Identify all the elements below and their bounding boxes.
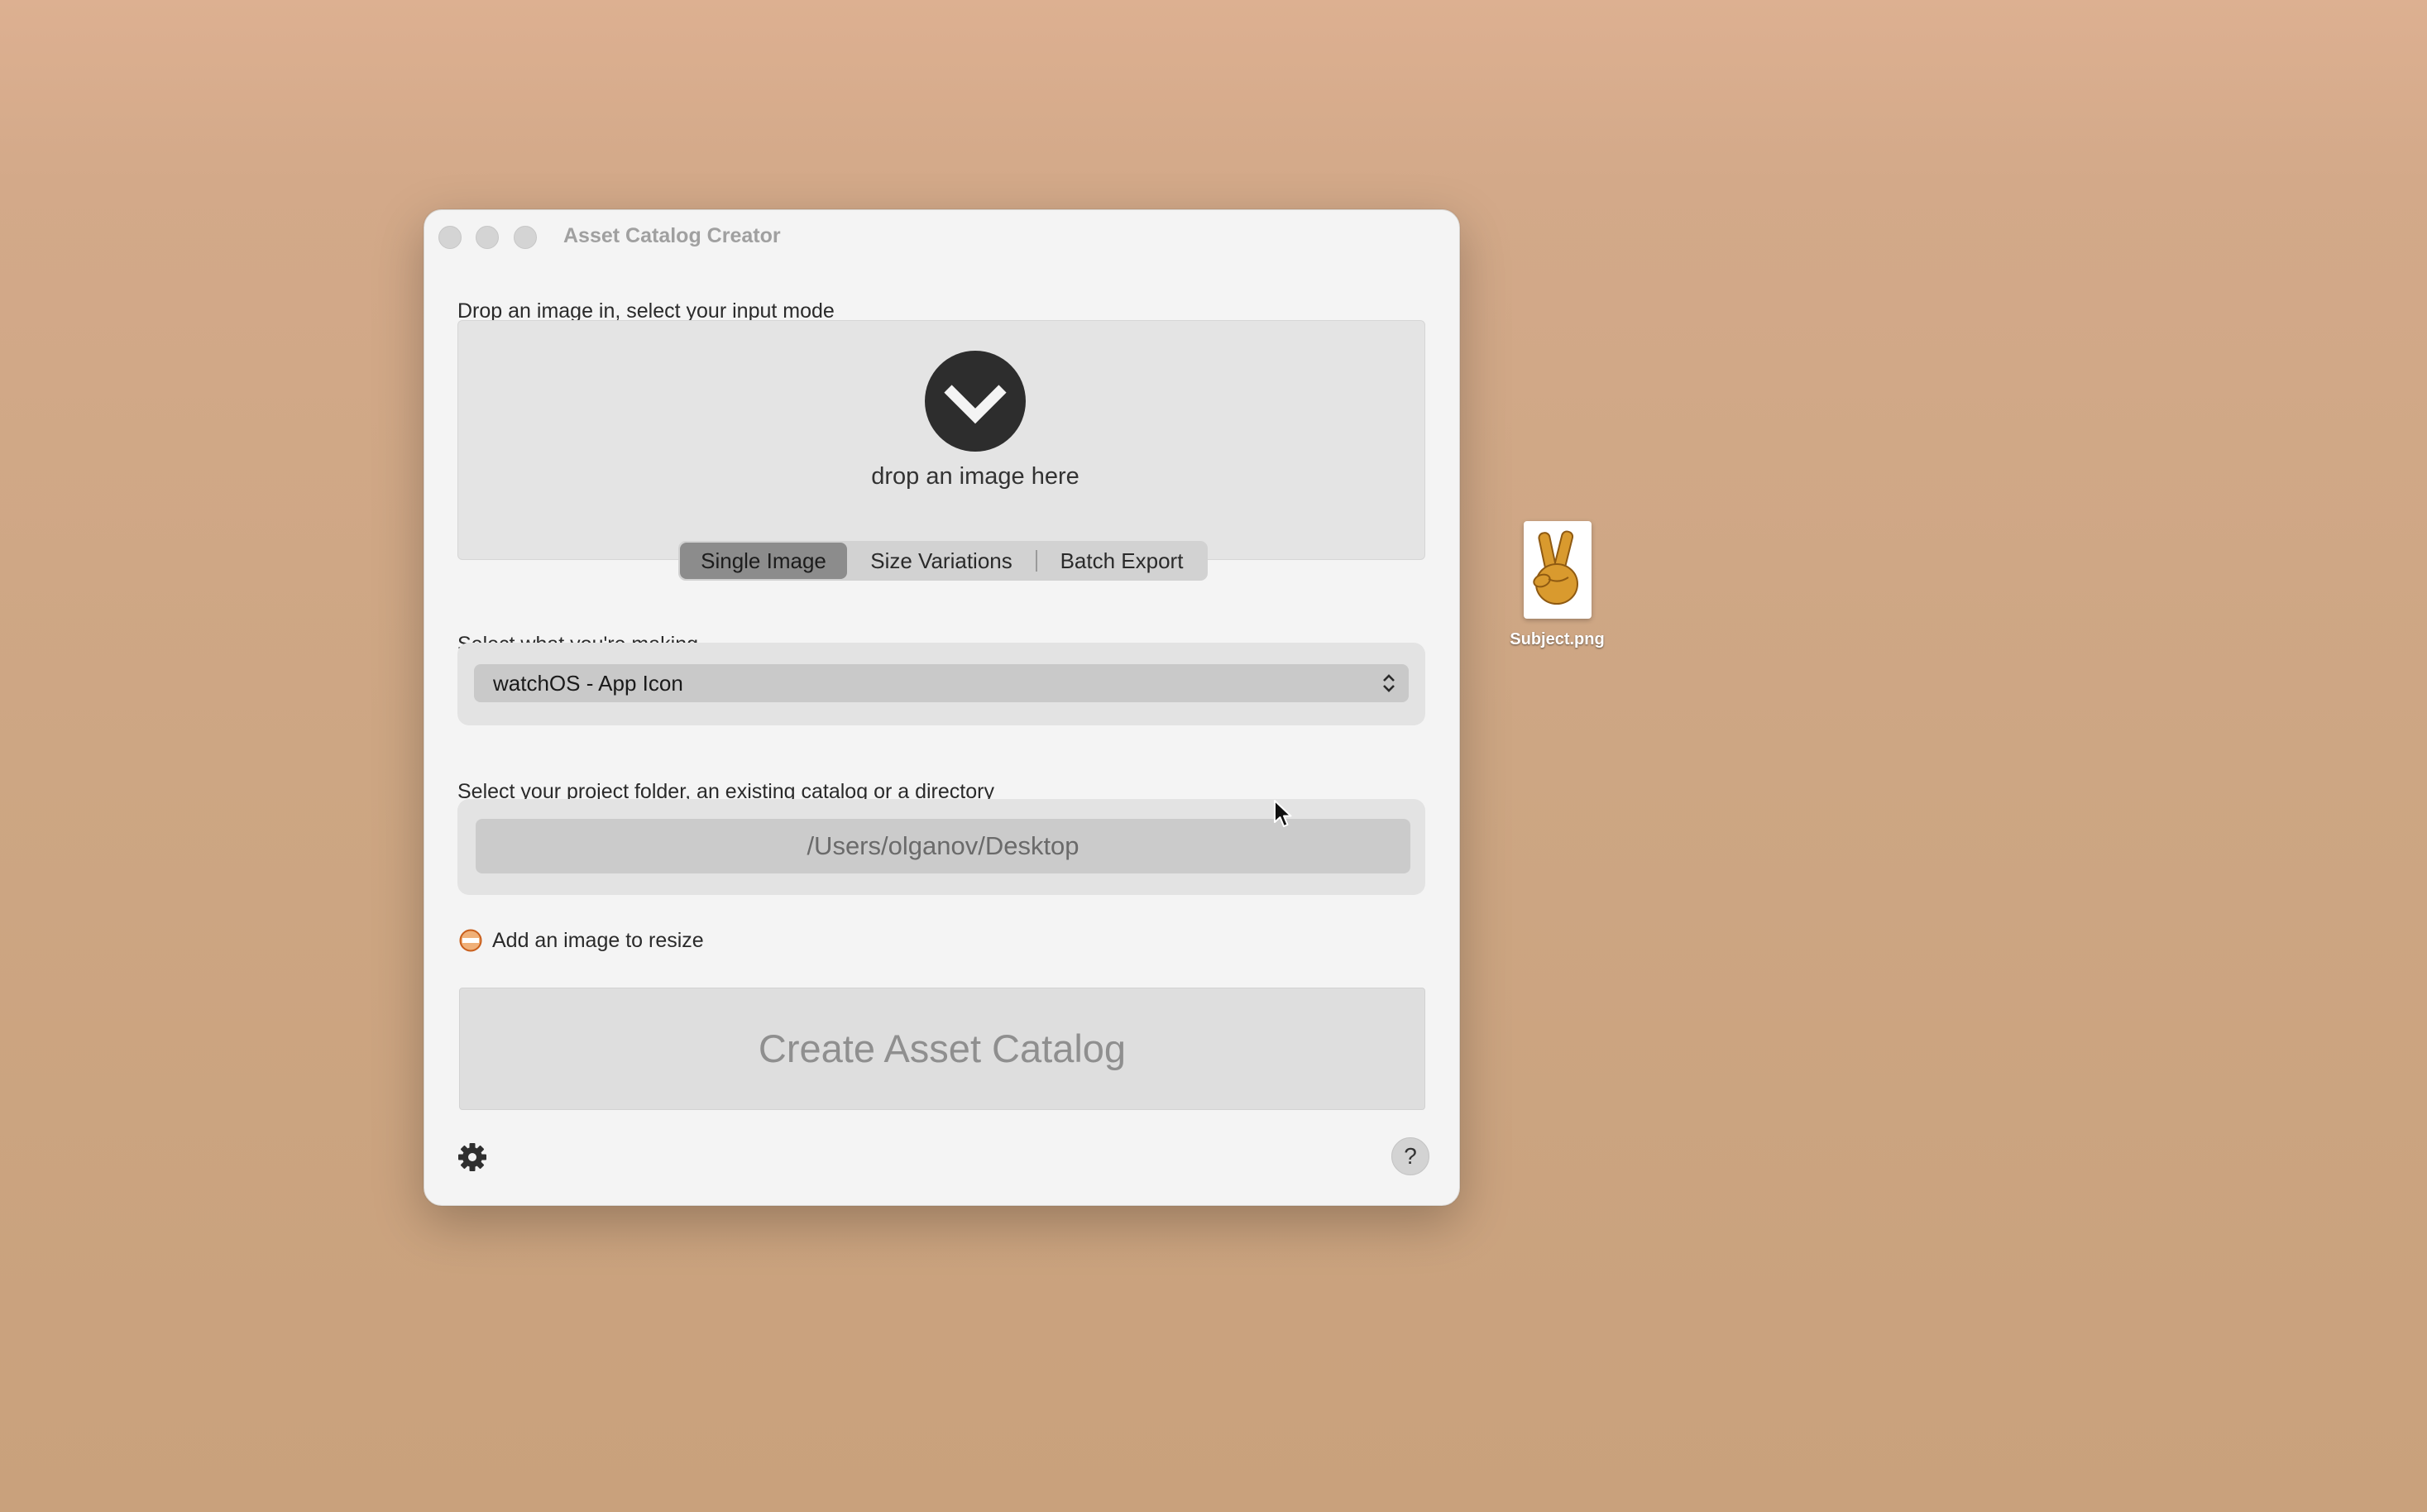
peace-hand-file-icon (1523, 521, 1592, 619)
desktop-file-subject[interactable]: Subject.png (1489, 521, 1625, 649)
file-name-label: Subject.png (1510, 630, 1605, 648)
target-select[interactable]: watchOS - App Icon (474, 664, 1409, 702)
mode-single-image[interactable]: Single Image (680, 543, 847, 579)
image-drop-zone[interactable]: drop an image here (457, 320, 1425, 560)
minimize-window-button[interactable] (476, 226, 499, 249)
mode-size-variations[interactable]: Size Variations (847, 543, 1036, 579)
mouse-pointer-icon (1274, 800, 1292, 827)
status-text: Add an image to resize (492, 928, 704, 952)
drop-hint-text: drop an image here (871, 463, 1079, 490)
status-row: Add an image to resize (459, 928, 704, 953)
warning-icon (459, 929, 482, 952)
zoom-window-button[interactable] (514, 226, 537, 249)
help-button[interactable]: ? (1391, 1137, 1429, 1175)
up-down-chevron-icon (1381, 672, 1397, 699)
target-panel: watchOS - App Icon (457, 643, 1425, 725)
app-window: Asset Catalog Creator Drop an image in, … (424, 209, 1460, 1206)
target-select-value: watchOS - App Icon (493, 671, 683, 696)
close-window-button[interactable] (438, 226, 462, 249)
window-title: Asset Catalog Creator (563, 224, 781, 247)
mode-batch-export[interactable]: Batch Export (1037, 543, 1206, 579)
create-asset-catalog-button[interactable]: Create Asset Catalog (459, 988, 1425, 1110)
gear-icon[interactable] (454, 1139, 491, 1175)
chevron-down-circle-icon (925, 351, 1026, 452)
input-mode-segmented-control[interactable]: Single Image Size Variations Batch Expor… (678, 541, 1208, 581)
title-bar[interactable]: Asset Catalog Creator (424, 210, 1459, 266)
output-path-field[interactable]: /Users/olganov/Desktop (476, 819, 1410, 873)
